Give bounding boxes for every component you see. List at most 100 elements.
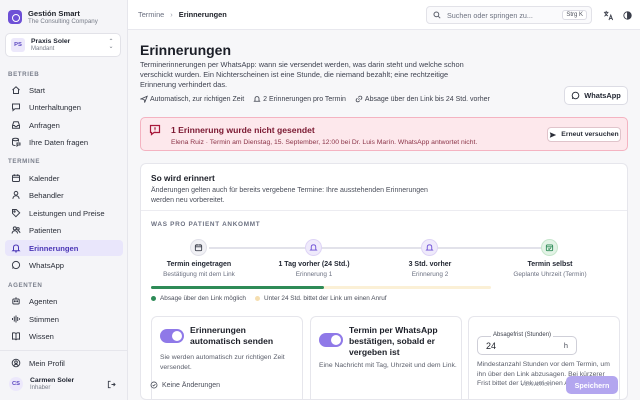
feature-chip-label: 2 Erinnerungen pro Termin bbox=[263, 95, 346, 103]
sidebar-item-ihre-daten-fragen[interactable]: Ihre Daten fragen bbox=[5, 134, 123, 150]
send-icon bbox=[140, 95, 148, 103]
alert-message-icon bbox=[149, 124, 161, 136]
topbar: Termine › Erinnerungen Suchen oder sprin… bbox=[128, 0, 640, 30]
inbox-icon bbox=[10, 120, 21, 131]
users-icon bbox=[10, 225, 21, 236]
tenant-switcher[interactable]: PS Praxis Soler Mandant ⌃ ⌄ bbox=[5, 33, 121, 57]
bell-icon bbox=[253, 96, 261, 102]
tag-icon bbox=[10, 208, 21, 219]
search-placeholder: Suchen oder springen zu... bbox=[447, 10, 533, 20]
brand-subtitle: The Consulting Company bbox=[28, 17, 98, 25]
whatsapp-icon bbox=[571, 91, 580, 100]
whatsapp-button[interactable]: WhatsApp bbox=[564, 86, 628, 105]
breadcrumb-current: Erinnerungen bbox=[178, 10, 227, 19]
reminder-settings-card: So wird erinnert Änderungen gelten auch … bbox=[140, 163, 628, 400]
deadline-input[interactable]: 24 h bbox=[477, 336, 577, 355]
legend-label: Absage über den Link möglich bbox=[160, 295, 246, 302]
timeline-step-subtitle: Bestätigung mit dem Link bbox=[163, 271, 235, 278]
timeline-step-title: 3 Std. vorher bbox=[408, 261, 452, 268]
legend-swatch bbox=[151, 296, 156, 301]
sidebar-item-label: Leistungen und Preise bbox=[29, 208, 105, 218]
brand: Gestión Smart The Consulting Company bbox=[0, 0, 127, 26]
failed-reminder-alert: 1 Erinnerung wurde nicht gesendet Elena … bbox=[140, 117, 628, 151]
bell-icon bbox=[309, 244, 318, 251]
sidebar-item-wissen[interactable]: Wissen bbox=[5, 328, 123, 344]
section-label-termine: TERMINE bbox=[8, 158, 41, 165]
cancel-window-bar-fill bbox=[151, 286, 325, 289]
breadcrumb-chevron-icon: › bbox=[170, 10, 173, 19]
auto-send-toggle[interactable] bbox=[160, 329, 184, 343]
sidebar-item-behandler[interactable]: Behandler bbox=[5, 187, 123, 203]
user-role: Inhaber bbox=[30, 384, 51, 391]
timeline-step-title: Termin eingetragen bbox=[166, 261, 232, 268]
sidebar-item-stimmen[interactable]: Stimmen bbox=[5, 311, 123, 327]
search-input[interactable]: Suchen oder springen zu... Strg K bbox=[426, 6, 592, 24]
alert-text: Elena Ruiz · Termin am Dienstag, 15. Sep… bbox=[171, 139, 478, 146]
breadcrumb-termine[interactable]: Termine bbox=[138, 10, 164, 19]
tenant-name: Praxis Soler bbox=[31, 37, 71, 45]
retry-button-label: Erneut versuchen bbox=[561, 131, 619, 138]
sidebar-item-whatsapp[interactable]: WhatsApp bbox=[5, 257, 123, 273]
tenant-avatar: PS bbox=[11, 38, 25, 52]
sidebar-item-anfragen[interactable]: Anfragen bbox=[5, 117, 123, 133]
timeline-step-node bbox=[305, 239, 322, 256]
user-row: CS Carmen Soler Inhaber bbox=[5, 373, 123, 395]
chevron-up-down-icon: ⌃ ⌄ bbox=[108, 39, 114, 50]
tenant-role: Mandant bbox=[31, 45, 55, 52]
discard-button[interactable]: Verwerfen bbox=[514, 376, 558, 393]
translate-icon[interactable] bbox=[601, 8, 615, 22]
timeline-step-subtitle: Erinnerung 2 bbox=[411, 271, 449, 278]
waveform-icon bbox=[10, 314, 21, 325]
sidebar-item-label: Kalender bbox=[29, 173, 60, 183]
timeline-step-node bbox=[421, 239, 438, 256]
brand-name: Gestión Smart bbox=[28, 8, 80, 18]
section-label-betrieb: BETRIEB bbox=[8, 71, 40, 78]
logout-icon[interactable] bbox=[105, 378, 117, 390]
page-description: Terminerinnerungen per WhatsApp: wann si… bbox=[140, 60, 464, 89]
feature-chip: Absage über den Link bis 24 Std. vorher bbox=[355, 95, 490, 103]
timeline-step-title: 1 Tag vorher (24 Std.) bbox=[278, 261, 350, 268]
deadline-label: Absagefrist (Stunden) bbox=[491, 332, 554, 338]
timeline-step-title: Termin selbst bbox=[527, 261, 573, 268]
send-icon bbox=[550, 131, 557, 138]
legend-label: Unter 24 Std. bittet der Link um einen A… bbox=[264, 295, 387, 302]
card-subtitle: Änderungen gelten auch für bereits verge… bbox=[151, 187, 428, 204]
whatsapp-icon bbox=[10, 260, 21, 271]
section-label-agenten: AGENTEN bbox=[8, 282, 43, 289]
save-footer: Keine Änderungen Verwerfen Speichern bbox=[140, 371, 628, 399]
sidebar-item-label: Behandler bbox=[29, 190, 64, 200]
bell-icon bbox=[425, 244, 434, 251]
legend-swatch bbox=[255, 296, 260, 301]
sidebar-item-leistungen[interactable]: Leistungen und Preise bbox=[5, 205, 123, 221]
timeline-step-subtitle: Geplante Uhrzeit (Termin) bbox=[513, 271, 587, 278]
legend-item: Unter 24 Std. bittet der Link um einen A… bbox=[255, 295, 387, 302]
database-chat-icon bbox=[10, 137, 21, 148]
save-button[interactable]: Speichern bbox=[566, 376, 618, 394]
sidebar-item-agenten[interactable]: Agenten bbox=[5, 293, 123, 309]
sidebar-item-label: Ihre Daten fragen bbox=[29, 137, 89, 147]
theme-toggle-icon[interactable] bbox=[620, 8, 634, 22]
sidebar-item-label: Stimmen bbox=[29, 314, 59, 324]
home-icon bbox=[10, 85, 21, 96]
timeline-line bbox=[209, 247, 549, 249]
sidebar-item-erinnerungen[interactable]: Erinnerungen bbox=[5, 240, 123, 256]
profile-circle-icon bbox=[10, 358, 21, 369]
brand-logo bbox=[8, 10, 22, 24]
confirm-toggle[interactable] bbox=[319, 333, 343, 347]
sidebar-item-patienten[interactable]: Patienten bbox=[5, 222, 123, 238]
feature-chip-label: Absage über den Link bis 24 Std. vorher bbox=[364, 95, 490, 103]
deadline-unit: h bbox=[563, 341, 568, 350]
sidebar-item-start[interactable]: Start bbox=[5, 82, 123, 98]
timeline-step-node bbox=[190, 239, 207, 256]
sidebar-item-unterhaltungen[interactable]: Unterhaltungen bbox=[5, 99, 123, 115]
sidebar-item-kalender[interactable]: Kalender bbox=[5, 170, 123, 186]
main-content: Erinnerungen Terminerinnerungen per What… bbox=[128, 31, 640, 400]
sidebar-item-mein-profil[interactable]: Mein Profil bbox=[5, 355, 123, 371]
sidebar-item-label: Mein Profil bbox=[29, 358, 65, 368]
search-icon bbox=[433, 11, 441, 19]
footer-status: Keine Änderungen bbox=[150, 381, 220, 389]
sidebar-item-label: Start bbox=[29, 85, 46, 95]
legend-item: Absage über den Link möglich bbox=[151, 295, 246, 302]
retry-button[interactable]: Erneut versuchen bbox=[547, 127, 621, 142]
option-description: Eine Nachricht mit Tag, Uhrzeit und dem … bbox=[319, 362, 457, 369]
